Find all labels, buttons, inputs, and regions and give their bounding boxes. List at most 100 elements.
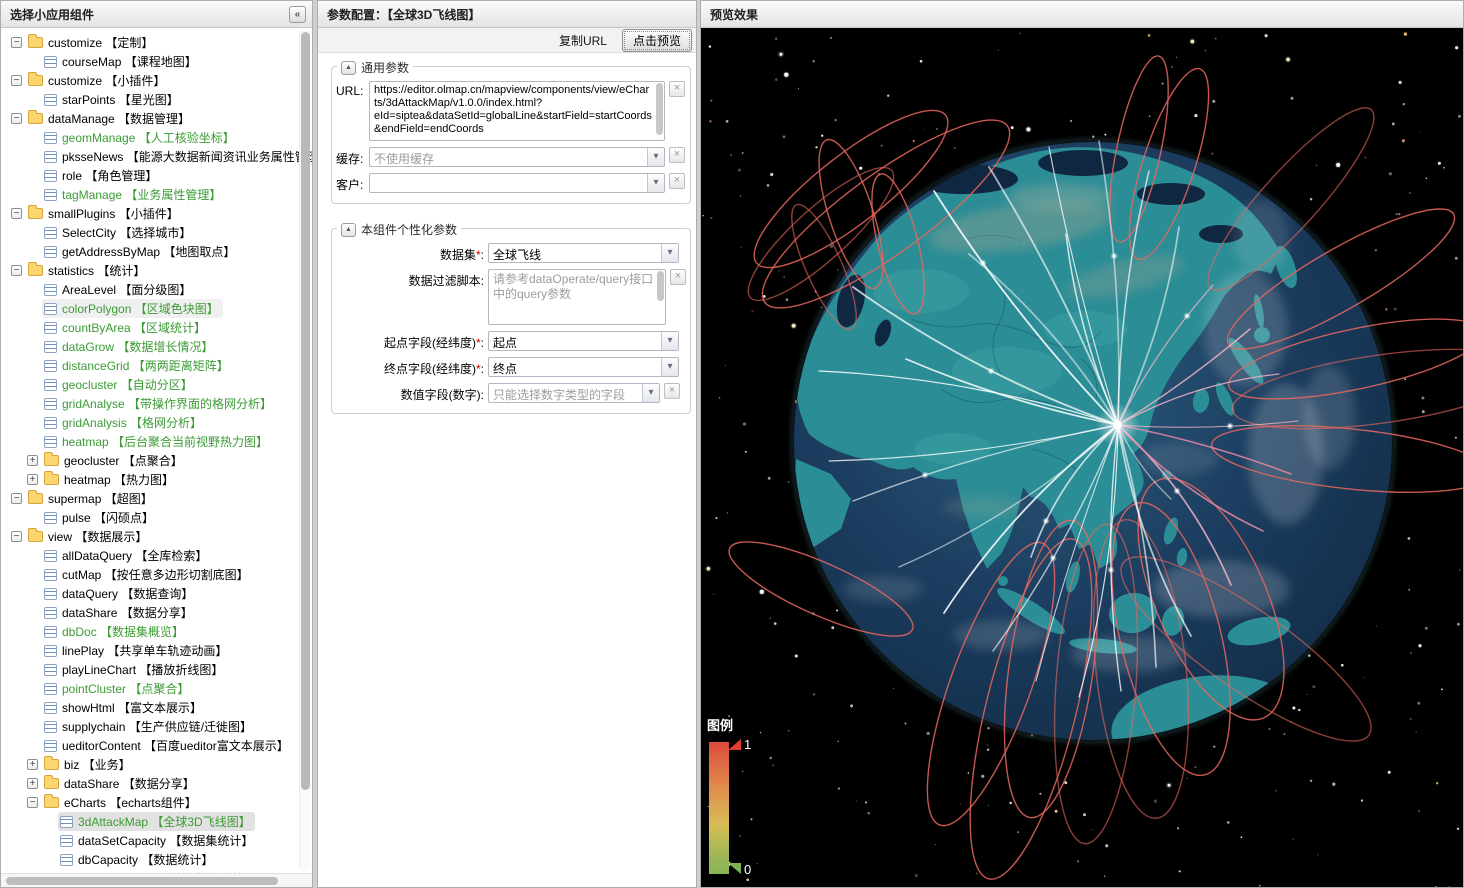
tree-item-inner[interactable]: ueditorContent 【百度ueditor富文本展示】 <box>42 736 293 755</box>
tree-item-pulse[interactable]: pulse 【闪硕点】 <box>5 508 298 527</box>
tree-item-inner[interactable]: distanceGrid 【两两距离矩阵】 <box>42 356 233 375</box>
tree-item-inner[interactable]: supplychain 【生产供应链/迁徙图】 <box>42 717 256 736</box>
expand-node-icon[interactable]: + <box>27 455 38 466</box>
tree-item-inner[interactable]: starPoints 【星光图】 <box>42 90 183 109</box>
tree-item-eCharts[interactable]: −eCharts 【echarts组件】 <box>5 793 298 812</box>
tree-item-inner[interactable]: dataQuery 【数据查询】 <box>42 584 197 603</box>
tree-item-3dAttackMap[interactable]: 3dAttackMap 【全球3D飞线图】 <box>5 812 298 831</box>
textarea-scrollbar[interactable] <box>656 83 663 135</box>
tree-item-inner[interactable]: getAddressByMap 【地图取点】 <box>42 242 239 261</box>
tree-item-allDataQuery[interactable]: allDataQuery 【全库检索】 <box>5 546 298 565</box>
tree-item-tagManage[interactable]: tagManage 【业务属性管理】 <box>5 185 298 204</box>
tree-item-inner[interactable]: courseMap 【课程地图】 <box>42 52 201 71</box>
tree-item-inner[interactable]: dbDoc 【数据集概览】 <box>42 622 188 641</box>
tree-item-dataShare[interactable]: + dataShare 【数据分享】 <box>5 774 298 793</box>
tree-item-dataGrow[interactable]: dataGrow 【数据增长情况】 <box>5 337 298 356</box>
tree-item-customize[interactable]: −customize 【小插件】 <box>5 71 298 90</box>
tree-item-inner[interactable]: allDataQuery 【全库检索】 <box>42 546 211 565</box>
horizontal-scrollbar[interactable] <box>1 873 312 887</box>
tree-item-courseMap[interactable]: courseMap 【课程地图】 <box>5 52 298 71</box>
tree-item-inner[interactable]: showHtml 【富文本展示】 <box>42 698 206 717</box>
cache-combo[interactable]: 不使用缓存 ▾ <box>369 147 665 167</box>
tree-item-inner[interactable]: smallPlugins 【小插件】 <box>26 204 183 223</box>
tree-item-inner[interactable]: tagManage 【业务属性管理】 <box>42 185 225 204</box>
collapse-node-icon[interactable]: − <box>11 37 22 48</box>
tree-item-colorPolygon[interactable]: colorPolygon 【区域色块图】 <box>5 299 298 318</box>
tree-item-AreaLevel[interactable]: AreaLevel 【面分级图】 <box>5 280 298 299</box>
collapse-section-icon[interactable]: ▲ <box>341 223 356 237</box>
tree-item-geocluster[interactable]: geocluster 【自动分区】 <box>5 375 298 394</box>
tree-item-inner[interactable]: biz 【业务】 <box>42 755 135 774</box>
chevron-down-icon[interactable]: ▾ <box>661 332 678 350</box>
tree-item-inner[interactable]: countByArea 【区域统计】 <box>42 318 210 337</box>
chevron-down-icon[interactable]: ▾ <box>642 384 659 402</box>
vertical-scrollbar-thumb[interactable] <box>301 32 310 790</box>
tree-item-inner[interactable]: geocluster 【点聚合】 <box>42 451 187 470</box>
tree-item-inner[interactable]: dataGrow 【数据增长情况】 <box>42 337 217 356</box>
collapse-panel-icon[interactable]: « <box>289 6 306 23</box>
tree-item-inner[interactable]: AreaLevel 【面分级图】 <box>42 280 195 299</box>
collapse-node-icon[interactable]: − <box>11 208 22 219</box>
tree-item-getAddressByMap[interactable]: getAddressByMap 【地图取点】 <box>5 242 298 261</box>
tree-item-inner[interactable]: heatmap 【热力图】 <box>42 470 178 489</box>
tree-item-dataQuery[interactable]: dataQuery 【数据查询】 <box>5 584 298 603</box>
chevron-down-icon[interactable]: ▾ <box>647 148 664 166</box>
tree-item-inner[interactable]: dbCapacity 【数据统计】 <box>58 850 217 869</box>
tree-item-view[interactable]: −view 【数据展示】 <box>5 527 298 546</box>
tree-item-linePlay[interactable]: linePlay 【共享单车轨迹动画】 <box>5 641 298 660</box>
tree-item-distanceGrid[interactable]: distanceGrid 【两两距离矩阵】 <box>5 356 298 375</box>
tree-item-inner[interactable]: linePlay 【共享单车轨迹动画】 <box>42 641 231 660</box>
tree-item-inner[interactable]: customize 【定制】 <box>26 33 157 52</box>
url-textarea[interactable]: https://editor.olmap.cn/mapview/componen… <box>369 81 665 141</box>
tree-item-inner[interactable]: pulse 【闪硕点】 <box>42 508 158 527</box>
number-field-combo[interactable]: 只能选择数字类型的字段 ▾ <box>488 383 660 403</box>
tree-item-countByArea[interactable]: countByArea 【区域统计】 <box>5 318 298 337</box>
clear-cache-icon[interactable]: × <box>669 147 685 163</box>
tree-item-inner[interactable]: dataShare 【数据分享】 <box>42 603 197 622</box>
clear-number-field-icon[interactable]: × <box>664 383 680 399</box>
tree-item-inner[interactable]: 3dAttackMap 【全球3D飞线图】 <box>58 812 255 831</box>
tree-item-heatmap[interactable]: +heatmap 【热力图】 <box>5 470 298 489</box>
expand-node-icon[interactable]: + <box>27 778 38 789</box>
tree-item-geomManage[interactable]: geomManage 【人工核验坐标】 <box>5 128 298 147</box>
tree-item-inner[interactable]: dataSetCapacity 【数据集统计】 <box>58 831 257 850</box>
tree-item-pksseNews[interactable]: pksseNews 【能源大数据新闻资讯业务属性管理】 <box>5 147 298 166</box>
tree-item-inner[interactable]: colorPolygon 【区域色块图】 <box>42 299 223 318</box>
tree-item-inner[interactable]: SelectCity 【选择城市】 <box>42 223 195 242</box>
tree-item-starPoints[interactable]: starPoints 【星光图】 <box>5 90 298 109</box>
tree-item-inner[interactable]: dataShare 【数据分享】 <box>42 774 199 793</box>
tree-item-heatmap[interactable]: heatmap 【后台聚合当前视野热力图】 <box>5 432 298 451</box>
tree-item-gridAnalyse[interactable]: gridAnalyse 【带操作界面的格网分析】 <box>5 394 298 413</box>
tree-item-inner[interactable]: gridAnalysis 【格网分析】 <box>42 413 206 432</box>
vertical-scrollbar[interactable] <box>299 30 310 871</box>
tree-item-role[interactable]: role 【角色管理】 <box>5 166 298 185</box>
tree-item-dataSetCapacity[interactable]: dataSetCapacity 【数据集统计】 <box>5 831 298 850</box>
collapse-node-icon[interactable]: − <box>27 797 38 808</box>
textarea-scrollbar[interactable] <box>657 271 664 301</box>
tree-item-smallPlugins[interactable]: −smallPlugins 【小插件】 <box>5 204 298 223</box>
tree-item-dbCapacity[interactable]: dbCapacity 【数据统计】 <box>5 850 298 869</box>
tree-item-statistics[interactable]: −statistics 【统计】 <box>5 261 298 280</box>
tree-item-inner[interactable]: geomManage 【人工核验坐标】 <box>42 128 239 147</box>
tree-item-gridAnalysis[interactable]: gridAnalysis 【格网分析】 <box>5 413 298 432</box>
tree-item-inner[interactable]: view 【数据展示】 <box>26 527 151 546</box>
tree-item-geocluster[interactable]: + geocluster 【点聚合】 <box>5 451 298 470</box>
tree-item-inner[interactable]: heatmap 【后台聚合当前视野热力图】 <box>42 432 272 451</box>
collapse-node-icon[interactable]: − <box>11 113 22 124</box>
tree-item-inner[interactable]: geocluster 【自动分区】 <box>42 375 197 394</box>
tree-item-inner[interactable]: pointCluster 【点聚合】 <box>42 679 193 698</box>
tree-item-inner[interactable]: cutMap 【按任意多边形切割底图】 <box>42 565 253 584</box>
chevron-down-icon[interactable]: ▾ <box>647 174 664 192</box>
tree-item-pointCluster[interactable]: pointCluster 【点聚合】 <box>5 679 298 698</box>
clear-url-icon[interactable]: × <box>669 81 685 97</box>
tree-item-inner[interactable]: pksseNews 【能源大数据新闻资讯业务属性管理】 <box>42 147 312 166</box>
tree-item-dataManage[interactable]: −dataManage 【数据管理】 <box>5 109 298 128</box>
tree-item-dbDoc[interactable]: dbDoc 【数据集概览】 <box>5 622 298 641</box>
tree-item-inner[interactable]: supermap 【超图】 <box>26 489 157 508</box>
tree-item-inner[interactable]: eCharts 【echarts组件】 <box>42 793 201 812</box>
horizontal-scrollbar-thumb[interactable] <box>6 877 278 885</box>
tree-item-inner[interactable]: role 【角色管理】 <box>42 166 161 185</box>
tree-item-customize[interactable]: −customize 【定制】 <box>5 33 298 52</box>
end-field-combo[interactable]: 终点 ▾ <box>488 357 679 377</box>
copy-url-button[interactable]: 复制URL <box>554 30 612 51</box>
